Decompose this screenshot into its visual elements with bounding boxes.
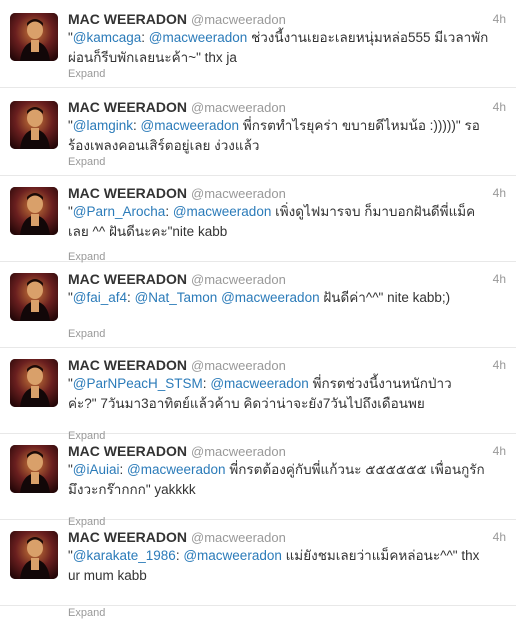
mention-link[interactable]: @Nat_Tamon (135, 290, 218, 305)
tweet-timestamp[interactable]: 4h (493, 270, 506, 288)
tweet-text: "@fai_af4: @Nat_Tamon @macweeradon ฝันดี… (68, 290, 451, 305)
avatar[interactable] (10, 531, 58, 579)
mention-link[interactable]: @Parn_Arocha (73, 204, 166, 219)
tweet-item[interactable]: MAC WEERADON @macweeradon 4h "@iAuiai: @mac… (0, 432, 516, 528)
tweet-header: MAC WEERADON @macweeradon 4h (68, 442, 506, 460)
tweet-item[interactable]: MAC WEERADON @macweeradon 4h "@karakate_198… (0, 518, 516, 619)
tweet-timestamp[interactable]: 4h (493, 356, 506, 374)
tweet-timestamp[interactable]: 4h (493, 98, 506, 116)
author-fullname[interactable]: MAC WEERADON (68, 271, 187, 287)
tweet-text: "@iAuiai: @macweeradon พี่กรตต้องคู่กับพ… (68, 462, 485, 497)
mention-link[interactable]: @ParNPeacH_STSM (73, 376, 203, 391)
expand-link[interactable]: Expand (68, 327, 105, 341)
tweet-item[interactable]: MAC WEERADON @macweeradon 4h "@lamgink: @ma… (0, 88, 516, 176)
author-fullname[interactable]: MAC WEERADON (68, 185, 187, 201)
tweet-item[interactable]: MAC WEERADON @macweeradon 4h "@Parn_Arocha:… (0, 174, 516, 263)
author-username[interactable]: @macweeradon (191, 444, 286, 459)
mention-link[interactable]: @karakate_1986 (73, 548, 176, 563)
mention-link[interactable]: @macweeradon (221, 290, 320, 305)
tweet-text: "@Parn_Arocha: @macweeradon เพิ่งดูไฟมาร… (68, 204, 476, 239)
author-fullname[interactable]: MAC WEERADON (68, 357, 187, 373)
avatar[interactable] (10, 187, 58, 235)
tweet-header: MAC WEERADON @macweeradon 4h (68, 10, 506, 28)
author-username[interactable]: @macweeradon (191, 186, 286, 201)
tweet-timestamp[interactable]: 4h (493, 528, 506, 546)
expand-link[interactable]: Expand (68, 67, 105, 81)
tweet-text: "@lamgink: @macweeradon พี่กรตทำไรยุคร่า… (68, 118, 480, 153)
author-username[interactable]: @macweeradon (191, 100, 286, 115)
tweet-item[interactable]: MAC WEERADON @macweeradon 4h "@kamcaga: @ma… (0, 0, 516, 88)
avatar[interactable] (10, 273, 58, 321)
tweet-header: MAC WEERADON @macweeradon 4h (68, 528, 506, 546)
tweet-timestamp[interactable]: 4h (493, 184, 506, 202)
avatar[interactable] (10, 359, 58, 407)
tweet-header: MAC WEERADON @macweeradon 4h (68, 98, 506, 116)
tweet-item[interactable]: MAC WEERADON @macweeradon 4h "@ParNPeacH_ST… (0, 346, 516, 442)
author-fullname[interactable]: MAC WEERADON (68, 529, 187, 545)
mention-link[interactable]: @fai_af4 (73, 290, 127, 305)
tweet-header: MAC WEERADON @macweeradon 4h (68, 356, 506, 374)
expand-link[interactable]: Expand (68, 155, 105, 169)
author-fullname[interactable]: MAC WEERADON (68, 443, 187, 459)
mention-link[interactable]: @kamcaga (73, 30, 141, 45)
tweet-timestamp[interactable]: 4h (493, 10, 506, 28)
tweet-text: "@kamcaga: @macweeradon ช่วงนี้งานเยอะเล… (68, 30, 489, 65)
tweet-item[interactable]: MAC WEERADON @macweeradon 4h "@fai_af4: @Na… (0, 260, 516, 348)
tweet-header: MAC WEERADON @macweeradon 4h (68, 270, 506, 288)
expand-link[interactable]: Expand (68, 606, 105, 620)
tweet-text: "@karakate_1986: @macweeradon แม่ยังชมเล… (68, 548, 480, 583)
avatar[interactable] (10, 13, 58, 61)
mention-link[interactable]: @macweeradon (141, 118, 240, 133)
author-fullname[interactable]: MAC WEERADON (68, 99, 187, 115)
mention-link[interactable]: @lamgink (73, 118, 133, 133)
avatar[interactable] (10, 101, 58, 149)
mention-link[interactable]: @iAuiai (73, 462, 120, 477)
tweet-header: MAC WEERADON @macweeradon 4h (68, 184, 506, 202)
tweet-text: "@ParNPeacH_STSM: @macweeradon พี่กรตช่ว… (68, 376, 452, 411)
mention-link[interactable]: @macweeradon (183, 548, 282, 563)
tweet-timestamp[interactable]: 4h (493, 442, 506, 460)
author-username[interactable]: @macweeradon (191, 530, 286, 545)
author-username[interactable]: @macweeradon (191, 358, 286, 373)
author-fullname[interactable]: MAC WEERADON (68, 11, 187, 27)
author-username[interactable]: @macweeradon (191, 272, 286, 287)
mention-link[interactable]: @macweeradon (149, 30, 248, 45)
avatar[interactable] (10, 445, 58, 493)
author-username[interactable]: @macweeradon (191, 12, 286, 27)
mention-link[interactable]: @macweeradon (127, 462, 226, 477)
tweet-timeline: MAC WEERADON @macweeradon 4h "@kamcaga: @ma… (0, 0, 516, 630)
mention-link[interactable]: @macweeradon (173, 204, 272, 219)
mention-link[interactable]: @macweeradon (210, 376, 309, 391)
